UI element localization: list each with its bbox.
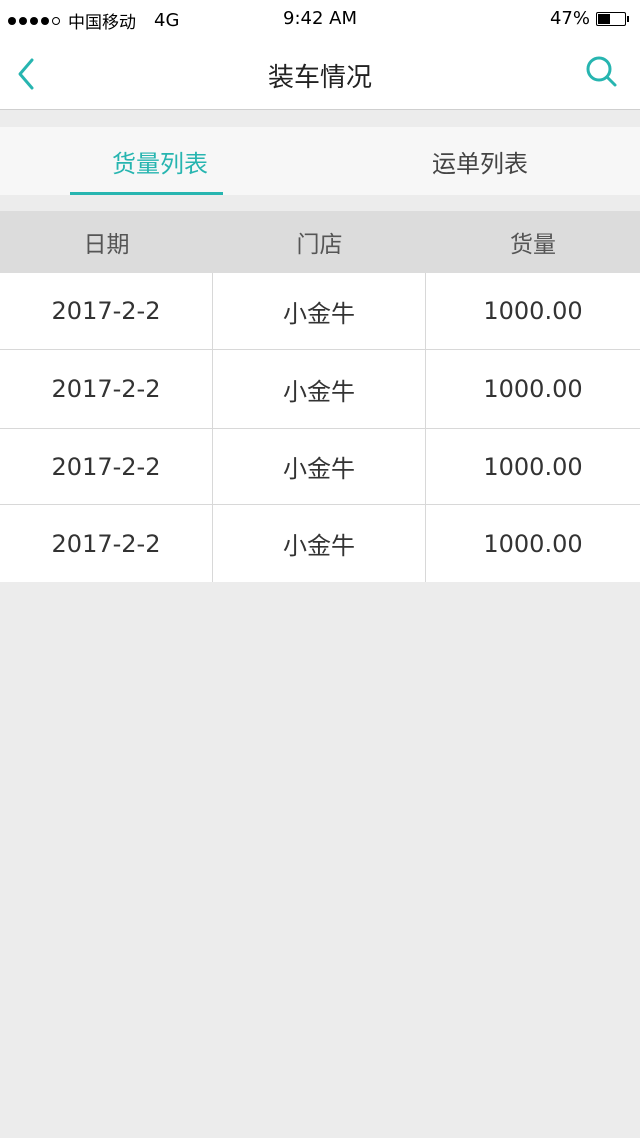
battery-icon <box>596 11 629 26</box>
column-header-store: 门店 <box>296 232 343 258</box>
cargo-table: 日期 门店 货量 2017-2-2 小金牛 1000.00 2017-2-2 小… <box>0 211 640 582</box>
column-header-date: 日期 <box>83 232 130 258</box>
store-cell: 小金牛 <box>213 429 426 504</box>
battery-percent: 47% <box>549 8 590 29</box>
status-time: 9:42 AM <box>283 8 357 29</box>
store-cell: 小金牛 <box>213 273 426 349</box>
date-cell: 2017-2-2 <box>0 350 213 428</box>
search-button[interactable] <box>584 54 620 90</box>
search-icon <box>586 56 617 87</box>
page-title: 装车情况 <box>267 63 372 93</box>
quantity-cell: 1000.00 <box>483 529 583 558</box>
table-row[interactable]: 2017-2-2 小金牛 1000.00 <box>0 429 640 505</box>
quantity-cell: 1000.00 <box>483 297 583 325</box>
status-right: 47% <box>549 8 629 29</box>
table-row[interactable]: 2017-2-2 小金牛 1000.00 <box>0 505 640 582</box>
tab-active-indicator <box>70 192 223 195</box>
tab-label: 运单列表 <box>432 149 528 178</box>
store-cell: 小金牛 <box>213 350 426 428</box>
date-cell: 2017-2-2 <box>0 273 213 349</box>
battery-fill <box>598 13 611 24</box>
table-row[interactable]: 2017-2-2 小金牛 1000.00 <box>0 273 640 350</box>
tab-label: 货量列表 <box>112 149 208 178</box>
table-header: 日期 门店 货量 <box>0 211 640 273</box>
column-header-quantity: 货量 <box>510 232 556 258</box>
date-cell: 2017-2-2 <box>0 429 213 504</box>
status-bar: 中国移动 4G 9:42 AM 47% <box>0 0 640 38</box>
date-cell: 2017-2-2 <box>0 505 213 582</box>
quantity-cell: 1000.00 <box>483 375 583 403</box>
quantity-cell: 1000.00 <box>483 452 583 481</box>
nav-bar: 装车情况 <box>0 38 640 110</box>
tab-waybill-list[interactable]: 运单列表 <box>320 127 640 195</box>
store-cell: 小金牛 <box>213 505 426 582</box>
table-row[interactable]: 2017-2-2 小金牛 1000.00 <box>0 350 640 429</box>
tab-cargo-list[interactable]: 货量列表 <box>0 127 320 195</box>
tab-bar: 货量列表 运单列表 <box>0 127 640 195</box>
